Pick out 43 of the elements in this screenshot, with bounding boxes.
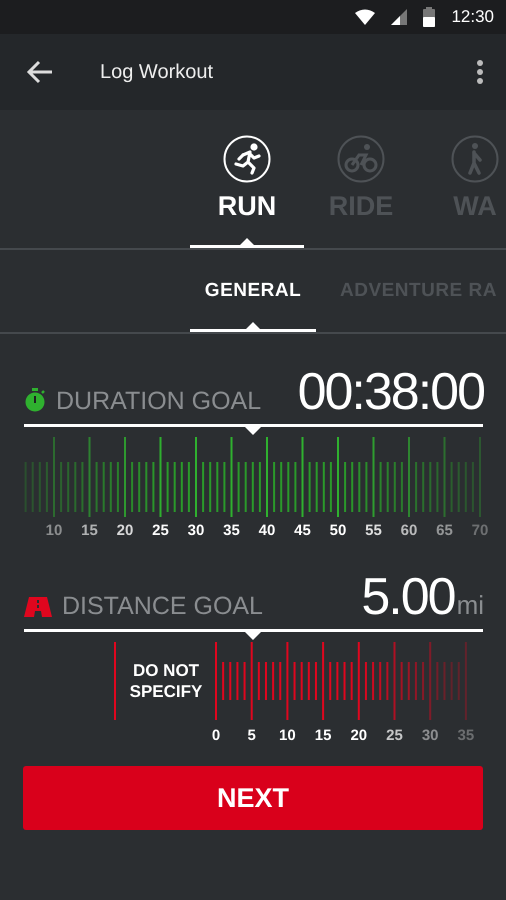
scale-label: 25: [386, 727, 403, 744]
scale-label: 45: [294, 522, 311, 539]
scale-label: 20: [116, 522, 134, 539]
scale-label: 20: [350, 727, 368, 744]
back-icon[interactable]: [26, 60, 54, 84]
signal-icon: [391, 9, 408, 25]
do-not-specify-option[interactable]: DO NOT SPECIFY: [122, 660, 210, 702]
scale-label: 10: [279, 727, 296, 744]
scale-label: 70: [472, 522, 488, 539]
scale-label: 5: [248, 727, 256, 744]
category-tab[interactable]: GENERAL: [190, 250, 316, 332]
scale-label: 15: [314, 727, 332, 744]
next-button[interactable]: NEXT: [23, 766, 483, 830]
scale-label: 30: [188, 522, 204, 539]
goal-value: 5.00mi: [361, 571, 484, 623]
battery-icon: [423, 7, 436, 27]
screen-title: Log Workout: [100, 60, 214, 84]
scale-label: 0: [212, 727, 220, 744]
scale-label: 35: [223, 522, 240, 539]
road-icon: [24, 597, 52, 617]
wifi-icon: [355, 9, 376, 25]
scale-label: 25: [152, 522, 169, 539]
scale-label: 15: [81, 522, 98, 539]
scale-label: 60: [400, 522, 418, 539]
goal-label: DISTANCE GOAL: [62, 592, 264, 621]
scale-label: 50: [330, 522, 346, 539]
duration-scale-drawing[interactable]: [24, 437, 481, 517]
status-time: 12:30: [451, 7, 494, 27]
activity-tab[interactable]: RUN: [190, 110, 304, 248]
runner-icon: [223, 135, 271, 183]
cyclist-icon: [337, 135, 385, 183]
scale-label: 35: [458, 727, 474, 744]
goal-label: DURATION GOAL: [56, 387, 262, 416]
goal-value: 00:38:00: [298, 366, 484, 418]
walker-icon: [451, 135, 499, 183]
scale-label: 65: [436, 522, 453, 539]
scale-label: 10: [46, 522, 62, 539]
scale-label: 40: [258, 522, 276, 539]
distance-scale-drawing[interactable]: [114, 642, 467, 720]
scale-label: 55: [365, 522, 382, 539]
more-menu-icon[interactable]: [476, 59, 484, 85]
scale-label: 30: [422, 727, 439, 744]
stopwatch-icon: [24, 388, 46, 412]
